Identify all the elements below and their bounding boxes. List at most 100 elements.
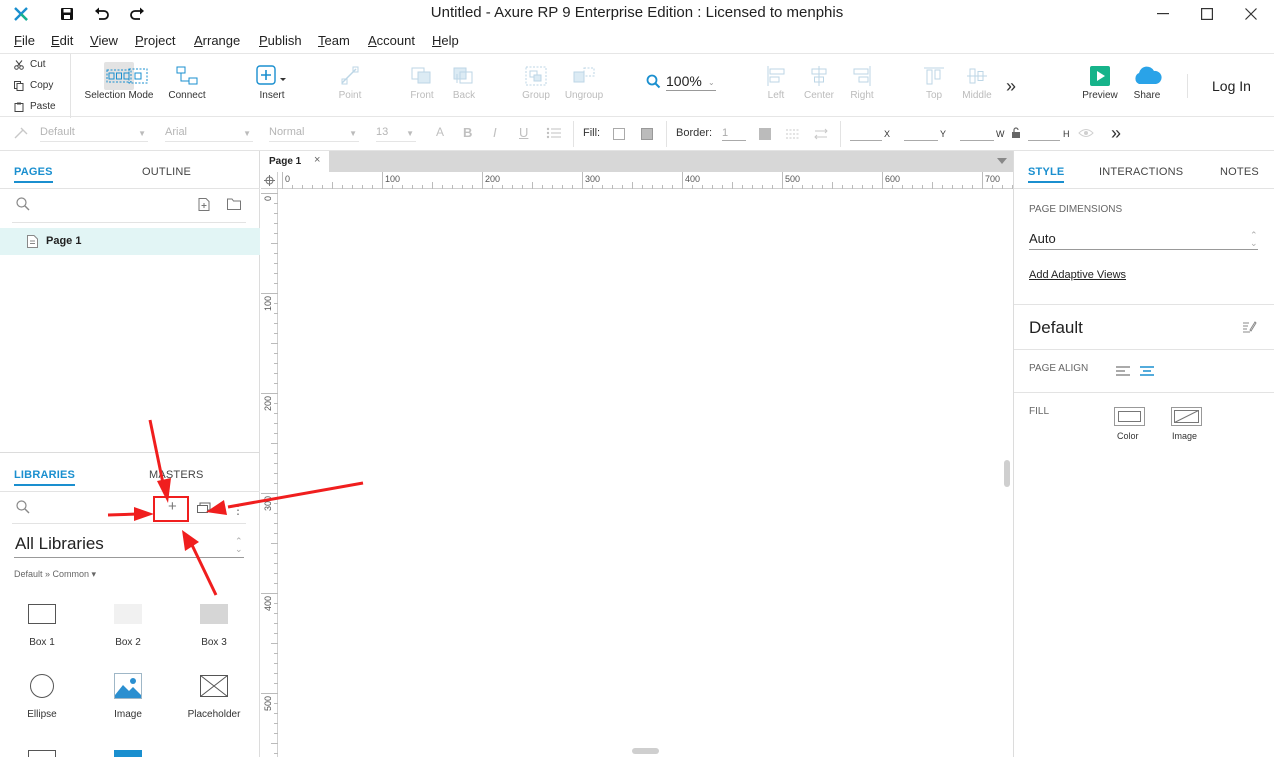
search-icon[interactable] — [16, 197, 30, 211]
y-input[interactable] — [904, 127, 938, 141]
menu-file[interactable]: File — [14, 33, 35, 48]
italic-icon[interactable]: I — [493, 125, 497, 140]
menu-project[interactable]: Project — [135, 33, 175, 48]
menu-account[interactable]: Account — [368, 33, 415, 48]
zoom-control[interactable]: 100% ⌄ — [646, 72, 718, 92]
font-weight-select[interactable]: Normal ▼ — [269, 126, 359, 142]
arrow-style-icon[interactable] — [813, 128, 829, 140]
redo-icon[interactable] — [126, 4, 148, 24]
fill-color-swatch[interactable] — [613, 128, 625, 140]
tab-style[interactable]: STYLE — [1028, 166, 1065, 183]
menu-publish[interactable]: Publish — [259, 33, 302, 48]
add-page-icon[interactable] — [198, 198, 210, 211]
page-list-item[interactable]: Page 1 — [0, 228, 260, 255]
tab-libraries[interactable]: LIBRARIES — [14, 469, 76, 486]
height-input[interactable] — [1028, 127, 1060, 141]
border-color-swatch[interactable] — [759, 128, 771, 140]
menu-help[interactable]: Help — [432, 33, 459, 48]
font-select[interactable]: Arial ▼ — [165, 126, 253, 142]
save-icon[interactable] — [56, 4, 78, 24]
horizontal-ruler[interactable]: 0 100 200 300 400 500 600 700 — [278, 172, 1013, 189]
cut-button[interactable]: Cut — [14, 59, 46, 70]
library-path[interactable]: Default » Common ▾ — [14, 569, 96, 580]
undo-icon[interactable] — [91, 4, 113, 24]
lock-icon[interactable] — [1011, 127, 1021, 139]
divider — [1014, 392, 1274, 393]
send-back-button[interactable]: Back — [444, 62, 484, 101]
tab-outline[interactable]: OUTLINE — [142, 166, 191, 178]
widget-box-2[interactable]: Box 2 — [88, 599, 168, 648]
vertical-scrollbar[interactable] — [1004, 460, 1010, 487]
width-input[interactable] — [960, 127, 994, 141]
align-left-icon[interactable] — [1116, 366, 1130, 376]
style-select[interactable]: Default ▼ — [40, 126, 148, 142]
widget-box-3[interactable]: Box 3 — [174, 599, 254, 648]
login-link[interactable]: Log In — [1212, 78, 1251, 94]
share-button[interactable]: Share — [1127, 62, 1167, 101]
font-color-icon[interactable]: A — [436, 125, 444, 139]
align-left-button[interactable]: Left — [756, 62, 796, 101]
fill-shadow-swatch[interactable] — [641, 128, 653, 140]
widget-partial-button[interactable] — [114, 750, 142, 757]
page-tab-label: Page 1 — [269, 156, 302, 167]
insert-button[interactable]: Insert — [252, 62, 292, 101]
menu-team[interactable]: Team — [318, 33, 350, 48]
tab-notes[interactable]: NOTES — [1220, 166, 1259, 178]
ruler-origin-icon[interactable] — [261, 172, 278, 189]
widget-partial-shape[interactable] — [28, 750, 56, 757]
maximize-button[interactable] — [1184, 0, 1230, 28]
menu-arrange[interactable]: Arrange — [194, 33, 240, 48]
x-input[interactable] — [850, 127, 882, 141]
ungroup-button[interactable]: Ungroup — [562, 62, 606, 101]
add-adaptive-views-link[interactable]: Add Adaptive Views — [1029, 269, 1126, 281]
font-size-select[interactable]: 13 ▼ — [376, 126, 416, 142]
more-tools-icon[interactable]: » — [1006, 76, 1016, 97]
fill-color-button[interactable] — [1114, 407, 1145, 426]
copy-button[interactable]: Copy — [14, 80, 53, 91]
more-format-icon[interactable]: » — [1111, 123, 1121, 144]
scissors-icon — [14, 59, 24, 70]
border-style-icon[interactable] — [786, 128, 800, 140]
connect-button[interactable]: Connect — [165, 62, 209, 101]
paste-button[interactable]: Paste — [14, 101, 56, 112]
preview-button[interactable]: Preview — [1080, 62, 1120, 101]
widget-placeholder[interactable]: Placeholder — [174, 671, 254, 720]
close-window-button[interactable] — [1228, 0, 1274, 28]
align-center-button[interactable]: Center — [798, 62, 840, 101]
widget-ellipse[interactable]: Ellipse — [2, 671, 82, 720]
library-search-icon[interactable] — [16, 500, 30, 514]
list-icon[interactable] — [546, 127, 562, 139]
y-label: Y — [940, 129, 947, 139]
page-tab[interactable]: Page 1 × — [261, 151, 329, 172]
minimize-button[interactable] — [1140, 0, 1186, 28]
style-paint-icon[interactable] — [14, 127, 28, 139]
close-tab-icon[interactable]: × — [314, 154, 320, 166]
selection-mode-alt-button[interactable] — [123, 62, 153, 90]
bring-front-button[interactable]: Front — [402, 62, 442, 101]
tab-pages[interactable]: PAGES — [14, 166, 53, 183]
align-center-icon[interactable] — [1140, 366, 1154, 376]
tab-interactions[interactable]: INTERACTIONS — [1099, 166, 1183, 178]
ruler-tick-label: 0 — [263, 196, 273, 202]
menu-view[interactable]: View — [90, 33, 118, 48]
canvas[interactable] — [261, 151, 1013, 757]
edit-style-icon[interactable] — [1242, 320, 1257, 334]
align-middle-button[interactable]: Middle — [956, 62, 998, 101]
align-top-button[interactable]: Top — [914, 62, 954, 101]
fill-image-button[interactable] — [1171, 407, 1202, 426]
horizontal-scrollbar[interactable] — [632, 748, 659, 754]
tab-list-chevron-icon[interactable] — [997, 158, 1007, 164]
widget-box-1[interactable]: Box 1 — [2, 599, 82, 648]
bold-icon[interactable]: B — [463, 125, 472, 140]
point-button[interactable]: Point — [330, 62, 370, 101]
menu-edit[interactable]: Edit — [51, 33, 73, 48]
page-dimensions-select[interactable]: Auto ⌃ ⌄ — [1029, 229, 1258, 250]
border-width-input[interactable]: 1 — [722, 127, 746, 141]
align-right-button[interactable]: Right — [842, 62, 882, 101]
ruler-tick-label: 100 — [385, 174, 401, 184]
group-button[interactable]: Group — [516, 62, 556, 101]
widget-image[interactable]: Image — [88, 671, 168, 720]
eye-icon[interactable] — [1078, 128, 1094, 138]
underline-icon[interactable]: U — [519, 125, 528, 140]
add-folder-icon[interactable] — [227, 198, 241, 210]
